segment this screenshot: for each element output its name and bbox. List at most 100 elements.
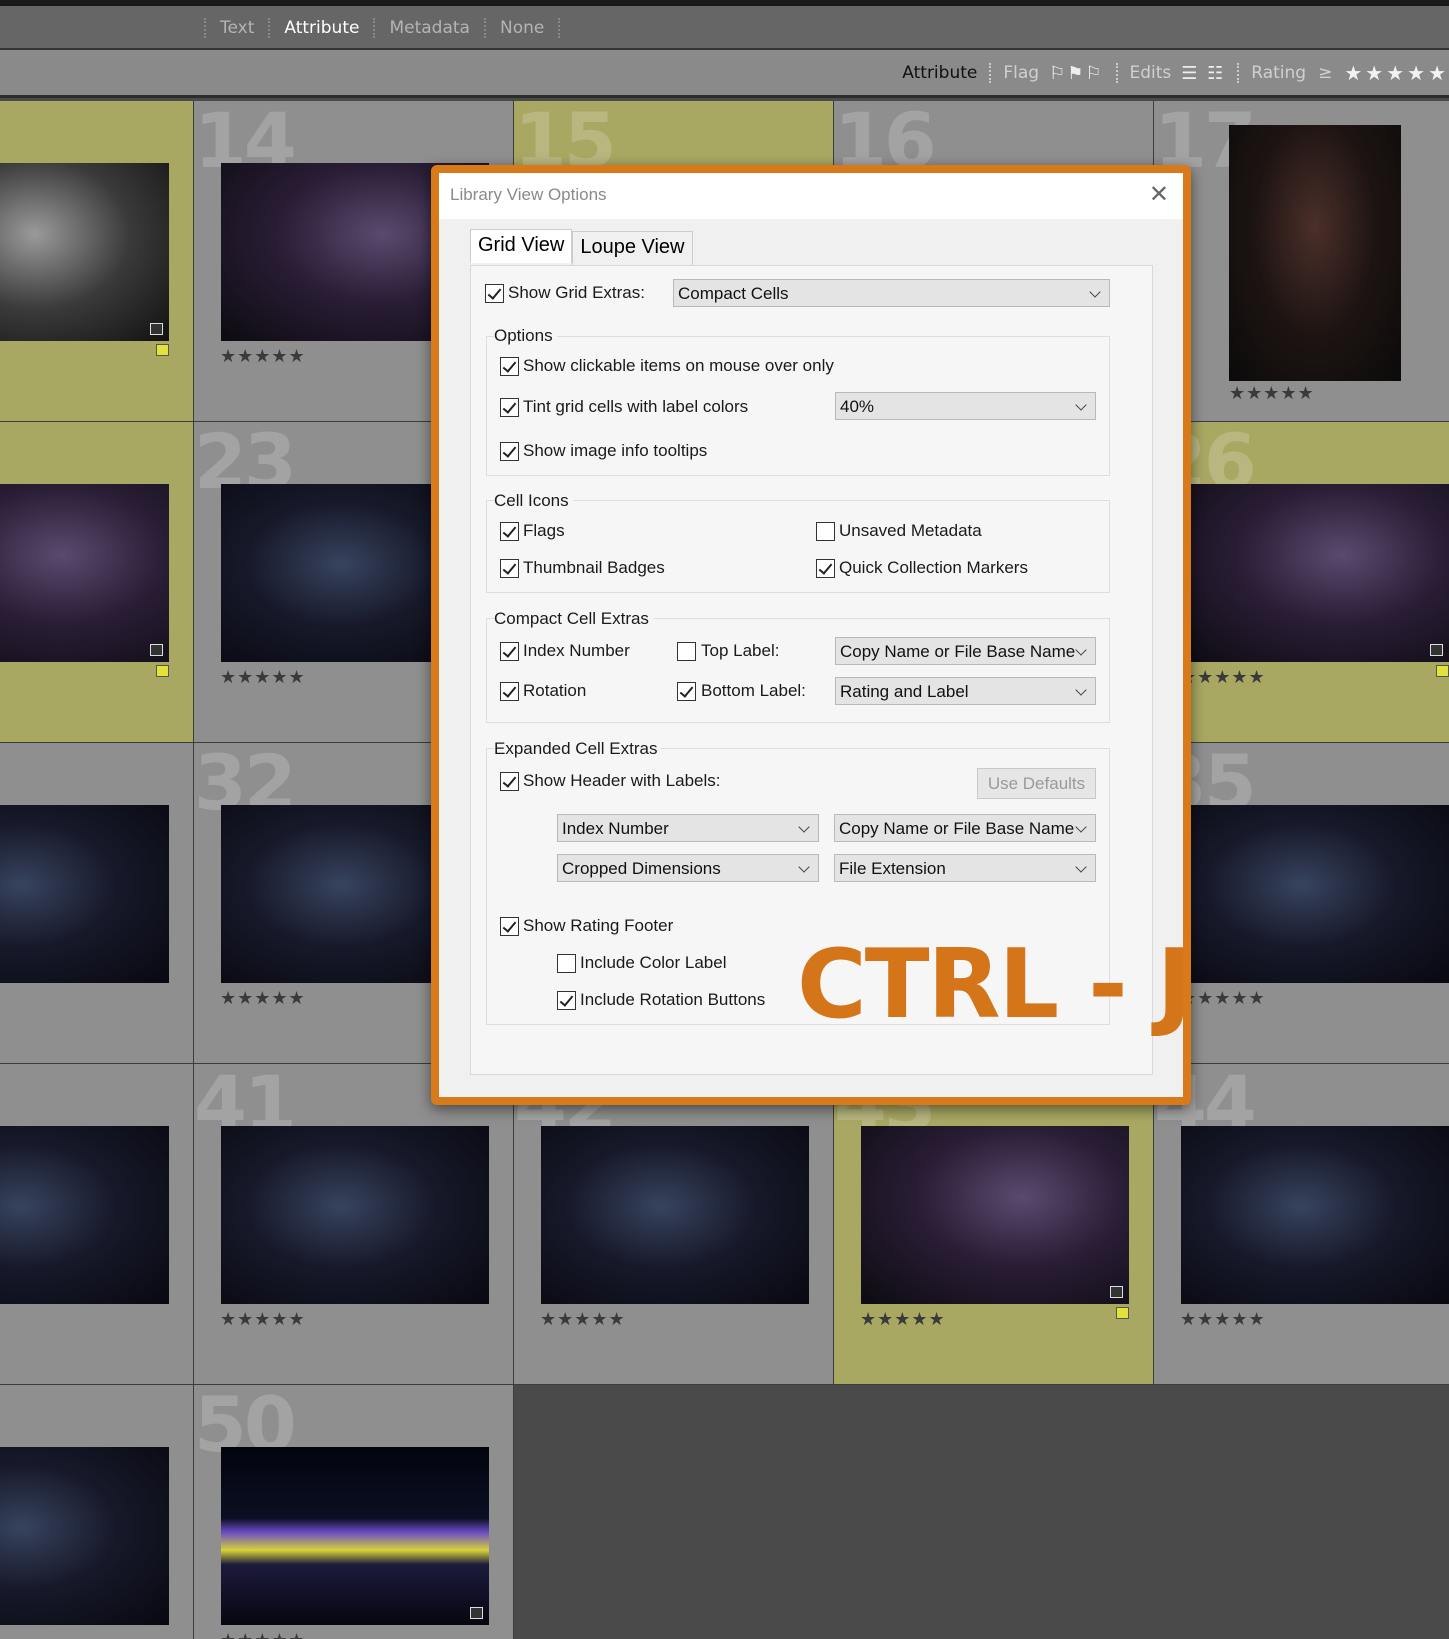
badge-icon[interactable] — [470, 1607, 483, 1619]
thumbnail-image[interactable] — [221, 1447, 489, 1625]
color-label-marker — [1436, 665, 1449, 677]
rotation-checkbox[interactable] — [500, 682, 519, 701]
tab-loupe-view[interactable]: Loupe View — [572, 231, 693, 265]
grid-cell[interactable]: 44 ★★★★★ — [1154, 1064, 1449, 1385]
rating-stars[interactable]: ★★★★★ — [540, 1309, 626, 1330]
grid-cell[interactable] — [0, 101, 194, 422]
grid-cell[interactable]: 35 ★★★★★ — [1154, 743, 1449, 1064]
grid-cell[interactable]: 26 ★★★★★ — [1154, 422, 1449, 743]
image-tooltips-checkbox[interactable] — [500, 442, 519, 461]
flags-checkbox[interactable] — [500, 522, 519, 541]
show-header-checkbox[interactable] — [500, 772, 519, 791]
badge-icon[interactable] — [150, 323, 163, 335]
thumbnail-image[interactable] — [1229, 125, 1401, 381]
chevron-down-icon — [1089, 286, 1101, 298]
include-color-label-checkbox[interactable] — [557, 954, 576, 973]
thumbnail-image[interactable] — [1181, 805, 1449, 983]
grid-extras-select[interactable]: Compact Cells — [673, 279, 1110, 307]
thumbnail-image[interactable] — [0, 805, 169, 983]
thumbnail-image[interactable] — [0, 484, 169, 662]
rating-stars[interactable]: ★★★★★ — [860, 1309, 946, 1330]
rotation-label: Rotation — [523, 681, 587, 700]
header-label-3-select[interactable]: Cropped Dimensions — [557, 854, 819, 882]
show-grid-extras-checkbox[interactable] — [485, 284, 504, 303]
bottom-label-checkbox[interactable] — [677, 682, 696, 701]
edits-filter-icons[interactable]: ☰ ☷ — [1181, 63, 1225, 84]
tint-cells-checkbox[interactable] — [500, 398, 519, 417]
top-label-checkbox[interactable] — [677, 642, 696, 661]
grid-cell[interactable] — [0, 422, 194, 743]
rotation-buttons-checkbox[interactable] — [557, 991, 576, 1010]
badge-icon[interactable] — [150, 644, 163, 656]
compact-cell-extras-legend: Compact Cell Extras — [494, 609, 653, 629]
thumbnail-image[interactable] — [1181, 484, 1449, 662]
grid-cell[interactable]: 50★★★★★ — [194, 1385, 514, 1639]
thumbnail-image[interactable] — [0, 1126, 169, 1304]
thumbnail-badges-checkbox[interactable] — [500, 559, 519, 578]
rating-stars[interactable]: ★★★★★ — [1180, 988, 1266, 1009]
include-color-label-label: Include Color Label — [580, 953, 727, 972]
image-tooltips-label: Show image info tooltips — [523, 441, 708, 460]
rating-stars[interactable]: ★★★★★ — [1180, 667, 1266, 688]
chevron-down-icon — [1075, 644, 1087, 656]
header-label-4-select[interactable]: File Extension — [834, 854, 1096, 882]
rating-label: Rating — [1251, 63, 1307, 83]
rating-footer-checkbox[interactable] — [500, 917, 519, 936]
chevron-down-icon — [798, 821, 810, 833]
rating-stars[interactable]: ★★★★★ — [220, 1630, 306, 1639]
index-number-checkbox[interactable] — [500, 642, 519, 661]
flags-label: Flags — [523, 521, 565, 540]
tint-amount-select[interactable]: 40% — [835, 392, 1096, 420]
grid-cell[interactable]: 43 ★★★★★ — [834, 1064, 1154, 1385]
thumbnail-image[interactable] — [0, 1447, 169, 1625]
grid-cell[interactable] — [0, 1385, 194, 1639]
unsaved-metadata-checkbox[interactable] — [816, 522, 835, 541]
thumbnail-image[interactable] — [221, 1126, 489, 1304]
rating-stars[interactable]: ★★★★★ — [220, 1309, 306, 1330]
clickable-items-checkbox[interactable] — [500, 357, 519, 376]
attribute-filters: Attribute Flag ⚐⚑⚐ Edits ☰ ☷ Rating ≥ ★★… — [902, 61, 1449, 85]
rating-operator[interactable]: ≥ — [1318, 63, 1332, 83]
close-icon[interactable]: ✕ — [1149, 180, 1169, 208]
tab-grid-view[interactable]: Grid View — [470, 229, 573, 263]
chevron-down-icon — [1075, 684, 1087, 696]
header-label-2-select[interactable]: Copy Name or File Base Name — [834, 814, 1096, 842]
header-label-1-select[interactable]: Index Number — [557, 814, 819, 842]
clickable-items-label: Show clickable items on mouse over only — [523, 356, 834, 375]
thumbnail-badges-label: Thumbnail Badges — [523, 558, 665, 577]
separator — [558, 18, 561, 38]
quick-collection-checkbox[interactable] — [816, 559, 835, 578]
grid-cell[interactable]: 42 ★★★★★ — [514, 1064, 834, 1385]
filter-tab-text[interactable]: Text — [220, 18, 254, 38]
grid-cell[interactable] — [0, 743, 194, 1064]
rating-stars[interactable]: ★★★★★ — [220, 988, 306, 1009]
flag-filter-icons[interactable]: ⚐⚑⚐ — [1049, 63, 1103, 84]
grid-cell[interactable]: 17 ★★★★★ — [1154, 101, 1449, 422]
rating-stars[interactable]: ★★★★★ — [1229, 383, 1315, 404]
rating-stars[interactable]: ★★★★★ — [220, 346, 306, 367]
thumbnail-image[interactable] — [861, 1126, 1129, 1304]
library-filter-bar: Text Attribute Metadata None — [0, 0, 1449, 50]
thumbnail-image[interactable] — [541, 1126, 809, 1304]
rating-filter-stars[interactable]: ★★★★★ — [1344, 61, 1449, 85]
badge-icon[interactable] — [1110, 1286, 1123, 1298]
grid-cell[interactable]: 41 ★★★★★ — [194, 1064, 514, 1385]
separator — [1115, 63, 1118, 83]
edits-label: Edits — [1129, 63, 1172, 83]
rating-stars[interactable]: ★★★★★ — [220, 667, 306, 688]
use-defaults-button[interactable]: Use Defaults — [977, 768, 1096, 799]
top-label-select[interactable]: Copy Name or File Base Name — [835, 637, 1096, 665]
color-label-marker — [1116, 1307, 1129, 1319]
attribute-label: Attribute — [902, 63, 978, 83]
bottom-label-select[interactable]: Rating and Label — [835, 677, 1096, 705]
separator — [1237, 63, 1240, 83]
rating-stars[interactable]: ★★★★★ — [1180, 1309, 1266, 1330]
chevron-down-icon — [798, 861, 810, 873]
thumbnail-image[interactable] — [0, 163, 169, 341]
filter-tab-attribute[interactable]: Attribute — [284, 18, 359, 38]
badge-icon[interactable] — [1430, 644, 1443, 656]
grid-cell[interactable] — [0, 1064, 194, 1385]
thumbnail-image[interactable] — [1181, 1126, 1449, 1304]
filter-tab-none[interactable]: None — [500, 18, 544, 38]
filter-tab-metadata[interactable]: Metadata — [389, 18, 470, 38]
